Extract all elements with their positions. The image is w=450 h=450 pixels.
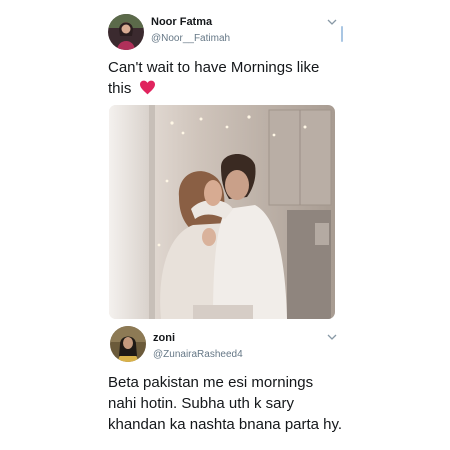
reply-author-name[interactable]: zoni (153, 332, 175, 344)
tweet-author-handle[interactable]: @Noor__Fatimah (151, 33, 230, 44)
chevron-down-icon[interactable] (327, 333, 337, 341)
tweet-media-photo[interactable] (109, 105, 335, 319)
photo-couple-kitchen-icon (109, 105, 335, 319)
reply-text: Beta pakistan me esi mornings nahi hotin… (108, 374, 343, 433)
tweet-author-name[interactable]: Noor Fatma (151, 16, 212, 28)
avatar-image (108, 14, 144, 50)
reply-author-handle[interactable]: @ZunairaRasheed4 (153, 349, 243, 360)
chevron-down-icon[interactable] (327, 18, 337, 26)
red-heart-icon (139, 80, 155, 95)
avatar-zoni[interactable] (110, 326, 146, 362)
avatar-image (110, 326, 146, 362)
scroll-indicator[interactable] (341, 26, 343, 42)
avatar-noor-fatma[interactable] (108, 14, 144, 50)
tweet-text: Can't wait to have Mornings like this (108, 57, 338, 99)
